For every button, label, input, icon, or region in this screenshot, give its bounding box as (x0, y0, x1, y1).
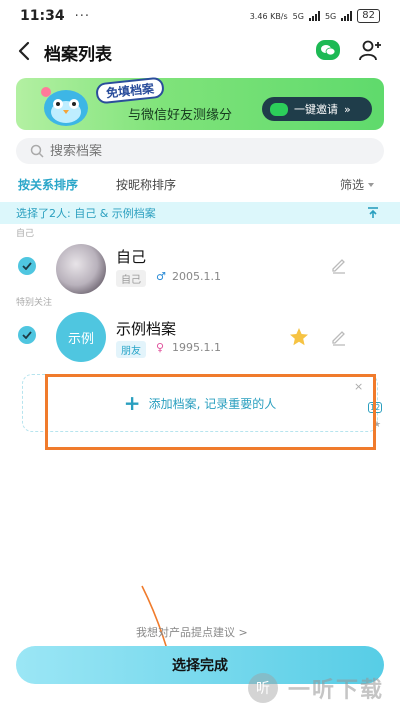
edit-icon[interactable] (330, 256, 348, 274)
add-user-icon[interactable] (358, 38, 382, 62)
header: 档案列表 (0, 32, 400, 72)
status-indicators: 3.46 KB/s 5G 5G 82 (250, 9, 380, 23)
filter-label: 筛选 (340, 178, 365, 192)
search-icon (30, 144, 44, 158)
tab-sort-relation[interactable]: 按关系排序 (18, 176, 78, 193)
search-input[interactable] (50, 143, 350, 159)
network-1: 5G (292, 11, 304, 21)
watermark: 听 一听下载 (248, 672, 384, 704)
birth-date: 2005.1.1 (172, 270, 221, 283)
net-speed: 3.46 KB/s (249, 11, 288, 21)
battery-icon: 82 (357, 9, 380, 23)
status-bar: 11:34 ··· 3.46 KB/s 5G 5G 82 (0, 0, 400, 32)
selection-text: 选择了2人: 自己 & 示例档案 (16, 207, 156, 220)
star-icon[interactable] (288, 326, 310, 348)
feedback-link[interactable]: 我想对产品提点建议 > (136, 624, 248, 640)
female-icon: ♀ (156, 341, 165, 354)
notification-dots: ··· (74, 8, 90, 24)
collapse-icon[interactable] (366, 206, 380, 220)
invite-label: 一键邀请 (294, 103, 338, 116)
banner-subtitle: 与微信好友测缘分 (128, 108, 233, 123)
chevron-down-icon (368, 182, 375, 187)
sort-bar: 按关系排序 按昵称排序 筛选 (0, 174, 400, 198)
birth-date: 1995.1.1 (172, 341, 221, 354)
network-2: 5G (324, 11, 337, 21)
invite-banner[interactable]: 免填档案 与微信好友测缘分 一键邀请 » (16, 76, 384, 130)
invite-button[interactable]: 一键邀请 » (262, 97, 372, 121)
wechat-icon (270, 102, 288, 116)
back-arrow-icon[interactable] (14, 40, 36, 62)
check-icon[interactable] (18, 326, 36, 344)
avatar (56, 244, 106, 294)
signal-icon (308, 11, 320, 21)
page-title: 档案列表 (44, 45, 112, 65)
search-bar[interactable] (16, 138, 384, 164)
relation-tag: 自己 (116, 270, 146, 287)
status-time: 11:34 (20, 8, 65, 24)
highlight-box (45, 374, 376, 450)
double-chevron-icon: » (344, 102, 351, 116)
relation-tag: 朋友 (116, 341, 146, 358)
profile-row-self[interactable]: 自己 自己 ♂ 2005.1.1 (0, 238, 400, 308)
profile-name: 自己 (116, 248, 147, 266)
profile-name: 示例档案 (116, 320, 177, 338)
check-icon[interactable] (18, 257, 36, 275)
signal-icon-2 (341, 11, 353, 21)
wechat-button[interactable] (316, 40, 340, 60)
male-icon: ♂ (156, 270, 166, 283)
banner-badge: 免填档案 (95, 76, 165, 105)
edit-icon[interactable] (330, 328, 348, 346)
avatar: 示例 (56, 312, 106, 362)
profile-row-sample[interactable]: 示例 示例档案 朋友 ♀ 1995.1.1 (0, 306, 400, 376)
mascot-icon (41, 87, 88, 126)
wechat-icon (321, 45, 336, 56)
selection-bar: 选择了2人: 自己 & 示例档案 (0, 202, 400, 224)
watermark-text: 一听下载 (288, 678, 385, 703)
filter-button[interactable]: 筛选 (340, 176, 375, 193)
watermark-logo: 听 (248, 673, 278, 703)
tab-sort-nickname[interactable]: 按昵称排序 (116, 176, 176, 193)
